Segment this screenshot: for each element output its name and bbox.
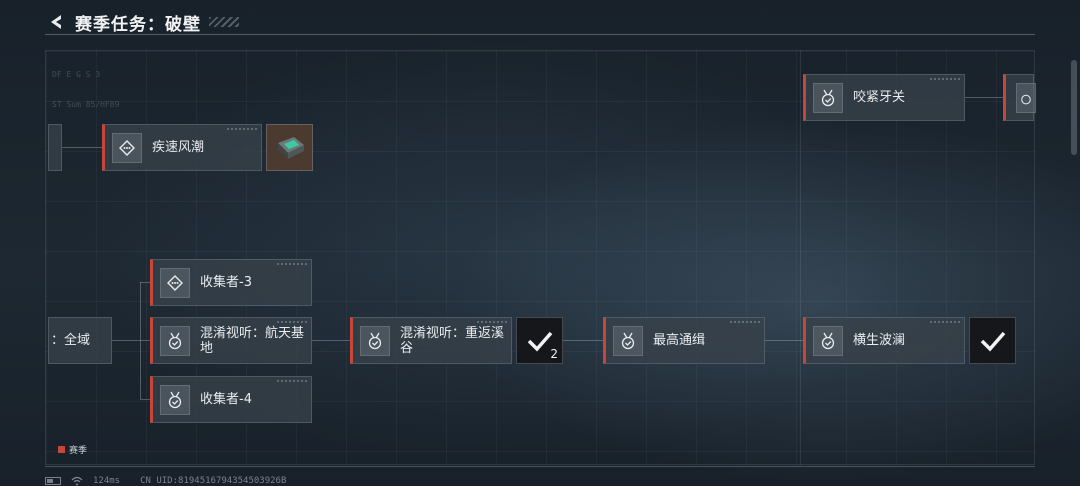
title-decoration xyxy=(209,17,239,27)
task-label: 疾速风潮 xyxy=(152,140,205,155)
diamond-route-icon xyxy=(160,267,190,298)
task-label: 收集者-3 xyxy=(200,275,252,290)
task-label: 咬紧牙关 xyxy=(853,90,906,105)
check-icon xyxy=(980,331,1005,352)
header-divider xyxy=(45,34,1035,35)
task-label: 最高通缉 xyxy=(653,333,706,348)
connector xyxy=(965,97,1003,98)
connector xyxy=(312,340,350,341)
medal-check-icon xyxy=(813,82,843,113)
reward-count: 2 xyxy=(550,347,558,361)
connector xyxy=(62,147,102,148)
medal-check-icon xyxy=(813,325,843,356)
task-node-collector-3[interactable]: 收集者-3 xyxy=(150,259,312,306)
legend-label: 赛季 xyxy=(69,446,88,456)
task-node-collector-4[interactable]: 收集者-4 xyxy=(150,376,312,423)
node-decoration xyxy=(930,321,960,323)
task-label: 横生波澜 xyxy=(853,333,906,348)
node-decoration xyxy=(277,321,307,323)
diamond-route-icon xyxy=(112,132,142,163)
uid-text: CN UID:8194516794354503926B xyxy=(140,476,287,486)
node-decoration xyxy=(277,380,307,382)
medal-check-icon xyxy=(160,384,190,415)
task-node-stub[interactable] xyxy=(48,124,62,171)
task-node-fast-tide[interactable]: 疾速风潮 xyxy=(102,124,262,171)
footer-divider xyxy=(45,466,1035,467)
node-decoration xyxy=(227,128,257,130)
connector xyxy=(140,399,150,400)
reward-item-claimed[interactable] xyxy=(969,317,1016,364)
status-bar: 124ms CN UID:8194516794354503926B xyxy=(45,476,286,486)
task-node-top-wanted[interactable]: 最高通缉 xyxy=(603,317,765,364)
task-node-bite-teeth[interactable]: 咬紧牙关 xyxy=(803,74,965,121)
node-decoration xyxy=(277,263,307,265)
task-node-confuse-valley[interactable]: 混淆视听：重返溪谷 xyxy=(350,317,512,364)
wifi-icon xyxy=(71,476,83,486)
ping-text: 124ms xyxy=(93,476,121,486)
legend-swatch xyxy=(58,446,65,453)
back-arrow-icon[interactable] xyxy=(45,11,67,33)
task-node-sudden-wave[interactable]: 横生波澜 xyxy=(803,317,965,364)
task-label: ：全域 xyxy=(51,333,91,348)
connector xyxy=(563,340,603,341)
page-header: 赛季任务：破壁 xyxy=(45,10,239,35)
legend: 赛季 xyxy=(58,443,87,456)
device-reward-icon xyxy=(277,136,304,159)
connector xyxy=(140,282,141,399)
connector xyxy=(765,340,803,341)
check-icon xyxy=(527,331,552,352)
medal-check-icon xyxy=(160,325,190,356)
page-title: 赛季任务：破壁 xyxy=(75,14,201,35)
medal-check-icon xyxy=(1016,82,1036,113)
node-decoration xyxy=(930,78,960,80)
task-label: 混淆视听：航天基地 xyxy=(200,325,305,356)
medal-check-icon xyxy=(360,325,390,356)
task-label: 收集者-4 xyxy=(200,392,252,407)
connector xyxy=(112,340,150,341)
battery-icon xyxy=(45,477,61,485)
deco-code-small: ST Sum 85/HF89 xyxy=(52,100,120,109)
task-node-all-area[interactable]: ：全域 xyxy=(48,317,112,364)
node-decoration xyxy=(730,321,760,323)
task-node-confuse-space[interactable]: 混淆视听：航天基地 xyxy=(150,317,312,364)
medal-check-icon xyxy=(613,325,643,356)
deco-code: DF E G S 3 xyxy=(52,70,101,79)
connector xyxy=(140,282,150,283)
scrollbar[interactable] xyxy=(1071,60,1077,155)
task-node-next[interactable] xyxy=(1003,74,1036,121)
task-label: 混淆视听：重返溪谷 xyxy=(400,325,505,356)
reward-item-device[interactable] xyxy=(266,124,313,171)
column-divider xyxy=(800,50,801,465)
reward-item-claimed[interactable]: 2 xyxy=(516,317,563,364)
node-decoration xyxy=(477,321,507,323)
